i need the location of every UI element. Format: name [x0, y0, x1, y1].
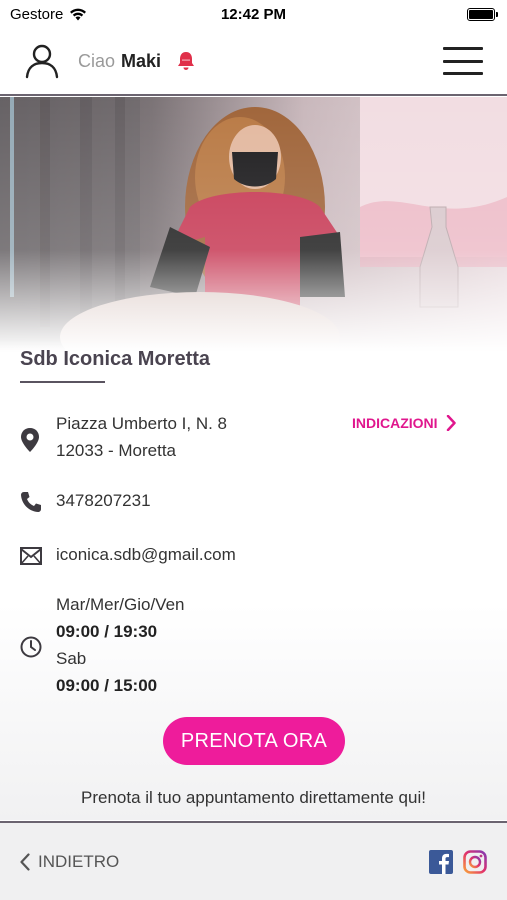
- battery-icon: [467, 7, 498, 21]
- title-underline: [20, 381, 105, 383]
- status-bar: Gestore 12:42 PM: [0, 0, 507, 28]
- carrier-label: Gestore: [10, 5, 64, 23]
- email-icon: [20, 547, 42, 565]
- back-button[interactable]: INDIETRO: [20, 852, 119, 872]
- hours-time: 09:00 / 15:00: [56, 676, 158, 695]
- hero-image: [0, 97, 507, 352]
- phone-number[interactable]: 3478207231: [56, 487, 151, 514]
- directions-label: INDICAZIONI: [352, 415, 438, 431]
- chevron-left-icon: [20, 852, 30, 871]
- address-line2: 12033 - Moretta: [56, 441, 177, 460]
- hours-days: Sab: [56, 649, 87, 668]
- user-icon[interactable]: [24, 43, 60, 79]
- greeting-hello: Ciao: [78, 50, 116, 71]
- app-header: Ciao Maki: [0, 28, 507, 96]
- salon-details: Sdb Iconica Moretta Piazza Umberto I, N.…: [0, 340, 507, 820]
- bell-icon[interactable]: [175, 50, 197, 72]
- address: Piazza Umberto I, N. 8 12033 - Moretta: [56, 410, 227, 464]
- hours-days: Mar/Mer/Gio/Ven: [56, 595, 185, 614]
- book-now-button[interactable]: PRENOTA ORA: [163, 717, 345, 765]
- salon-name: Sdb Iconica Moretta: [20, 348, 211, 370]
- hours-time: 09:00 / 19:30: [56, 622, 158, 641]
- greeting: Ciao Maki: [78, 51, 161, 72]
- clock-icon: [20, 636, 42, 658]
- opening-hours: Mar/Mer/Gio/Ven 09:00 / 19:30 Sab 09:00 …: [56, 591, 185, 699]
- address-line1: Piazza Umberto I, N. 8: [56, 414, 228, 433]
- chevron-right-icon: [446, 415, 456, 431]
- phone-icon: [21, 492, 41, 512]
- footer-bar: INDIETRO: [0, 821, 507, 900]
- facebook-icon[interactable]: [429, 849, 453, 874]
- social-links: [429, 849, 487, 874]
- user-name: Maki: [121, 50, 162, 71]
- email-address[interactable]: iconica.sdb@gmail.com: [56, 541, 236, 568]
- directions-link[interactable]: INDICAZIONI: [352, 415, 456, 431]
- wifi-icon: [70, 8, 87, 20]
- hamburger-menu-icon[interactable]: [443, 47, 483, 75]
- location-pin-icon: [21, 428, 39, 452]
- instagram-icon[interactable]: [463, 849, 487, 874]
- booking-caption: Prenota il tuo appuntamento direttamente…: [81, 788, 426, 807]
- back-label: INDIETRO: [38, 851, 120, 871]
